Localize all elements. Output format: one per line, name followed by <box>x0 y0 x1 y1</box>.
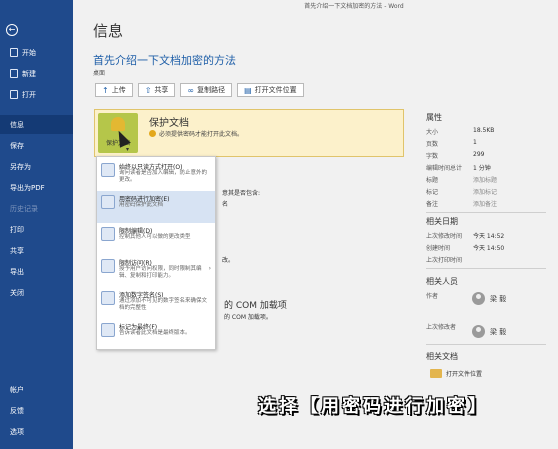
link-icon: ∞ <box>187 85 195 95</box>
upload-icon: ↑ <box>102 85 109 95</box>
document-location: 桌面 <box>93 70 106 77</box>
menu-item-encrypt-password[interactable]: 用密码进行加密(E) 用密码保护此文档 <box>97 191 215 223</box>
sidebar-item-options[interactable]: 选项 <box>0 422 73 441</box>
key-lock-icon <box>101 195 115 209</box>
open-location-button[interactable]: ▤ 打开文件位置 <box>237 83 304 97</box>
menu-item-read-only[interactable]: 始终以只读方式打开(O) 询问读者是否加入编辑，防止意外的更改。 <box>97 159 215 191</box>
copy-path-button[interactable]: ∞ 复制路径 <box>180 83 233 97</box>
divider <box>426 344 546 345</box>
inspect-partial-text: 意其是否包含: <box>222 190 261 197</box>
author-person[interactable]: 梁 毅 <box>472 292 506 305</box>
sidebar-item-close[interactable]: 关闭 <box>0 283 73 302</box>
menu-item-mark-final[interactable]: 标记为最终(F) 告诉读者此文档是最终版本。 <box>97 319 215 351</box>
open-file-location-link[interactable]: 打开文件位置 <box>430 369 482 378</box>
home-icon <box>10 48 18 57</box>
date-row: 创建时间 今天 14:50 <box>426 245 505 252</box>
upload-button[interactable]: ↑ 上传 <box>95 83 133 97</box>
submenu-arrow-icon: › <box>208 265 211 272</box>
chevron-down-icon: ▾ <box>126 146 130 153</box>
sidebar-item-account[interactable]: 帐户 <box>0 380 73 399</box>
prop-row-title[interactable]: 标题 添加标题 <box>426 175 546 185</box>
document-title: 首先介绍一下文档加密的方法 <box>93 54 236 67</box>
back-arrow-icon[interactable]: ← <box>6 24 18 36</box>
page-title: 信息 <box>93 22 124 40</box>
prop-row: 字数 299 <box>426 151 485 160</box>
sidebar-item-feedback[interactable]: 反馈 <box>0 401 73 420</box>
read-only-icon <box>101 163 115 177</box>
avatar <box>472 325 485 338</box>
versions-partial-text: 改。 <box>222 257 235 264</box>
warning-icon <box>149 130 156 137</box>
folder-icon <box>430 369 442 378</box>
divider <box>426 212 546 213</box>
properties-header[interactable]: 属性 <box>426 112 442 123</box>
modifier-person[interactable]: 梁 毅 <box>472 325 506 338</box>
video-caption: 选择【用密码进行加密】 <box>258 396 489 417</box>
menu-item-digital-signature[interactable]: 添加数字签名(S) 通过添加不可见的数字签名来确保文档的完整性 <box>97 287 215 319</box>
sidebar-item-new[interactable]: 新建 <box>0 64 73 83</box>
com-addins-desc: 的 COM 加载项。 <box>224 314 272 321</box>
sidebar-item-save[interactable]: 保存 <box>0 136 73 155</box>
mark-final-icon <box>101 323 115 337</box>
new-doc-icon <box>10 69 18 78</box>
menu-item-restrict-access[interactable]: 限制访问(R) 授予用户访问权限，同时限制其编辑、复制和打印能力。 › <box>97 255 215 287</box>
folder-icon <box>10 90 18 99</box>
sidebar-item-history: 历史记录 <box>10 204 38 213</box>
sidebar-item-open[interactable]: 打开 <box>0 85 73 104</box>
related-docs-header: 相关文档 <box>426 352 458 361</box>
sidebar-item-info[interactable]: 信息 <box>0 115 73 134</box>
restrict-access-icon <box>101 259 115 273</box>
sidebar-item-export[interactable]: 导出 <box>0 262 73 281</box>
protect-document-card: 保护文档 ▾ 保护文档 必须提供密码才能打开此文档。 <box>94 109 404 157</box>
divider <box>426 268 546 269</box>
avatar <box>472 292 485 305</box>
protect-document-menu: 始终以只读方式打开(O) 询问读者是否加入编辑，防止意外的更改。 用密码进行加密… <box>96 156 216 350</box>
prop-row: 编辑时间总计 1 分钟 <box>426 165 491 172</box>
dates-header: 相关日期 <box>426 217 458 226</box>
prop-row: 大小 18.5KB <box>426 127 495 136</box>
sidebar-item-share[interactable]: 共享 <box>0 241 73 260</box>
prop-row: 页数 1 <box>426 139 477 148</box>
com-addins-title: 的 COM 加载项 <box>224 301 287 311</box>
date-row: 上次修改时间 今天 14:52 <box>426 233 505 240</box>
protect-description: 必须提供密码才能打开此文档。 <box>149 129 243 138</box>
signature-icon <box>101 291 115 305</box>
share-button[interactable]: ⇧ 共享 <box>137 83 176 97</box>
sidebar-item-save-as[interactable]: 另存为 <box>0 157 73 176</box>
date-row: 上次打印时间 <box>426 257 463 264</box>
sidebar-item-home[interactable]: 开始 <box>0 43 73 62</box>
prop-row-tags[interactable]: 标记 添加标记 <box>426 187 546 197</box>
info-toolbar: ↑ 上传 ⇧ 共享 ∞ 复制路径 ▤ 打开文件位置 <box>95 83 304 97</box>
people-header: 相关人员 <box>426 277 458 286</box>
menu-item-restrict-editing[interactable]: 限制编辑(D) 控制其他人可以做的更改类型 <box>97 223 215 255</box>
sidebar-item-print[interactable]: 打印 <box>0 220 73 239</box>
inspect-partial-text-2: 名 <box>222 201 229 208</box>
protect-title: 保护文档 <box>149 118 189 129</box>
backstage-sidebar: ← 开始 新建 打开 信息 保存 另存为 导出为PDF 历史记录 打印 共享 导… <box>0 0 73 449</box>
prop-row-comments[interactable]: 备注 添加备注 <box>426 199 546 209</box>
sidebar-item-export-pdf[interactable]: 导出为PDF <box>0 178 73 197</box>
folder-icon: ▤ <box>244 85 252 95</box>
window-title: 首先介绍一下文档加密的方法 - Word <box>304 3 404 10</box>
share-icon: ⇧ <box>144 85 152 95</box>
restrict-edit-icon <box>101 227 115 241</box>
